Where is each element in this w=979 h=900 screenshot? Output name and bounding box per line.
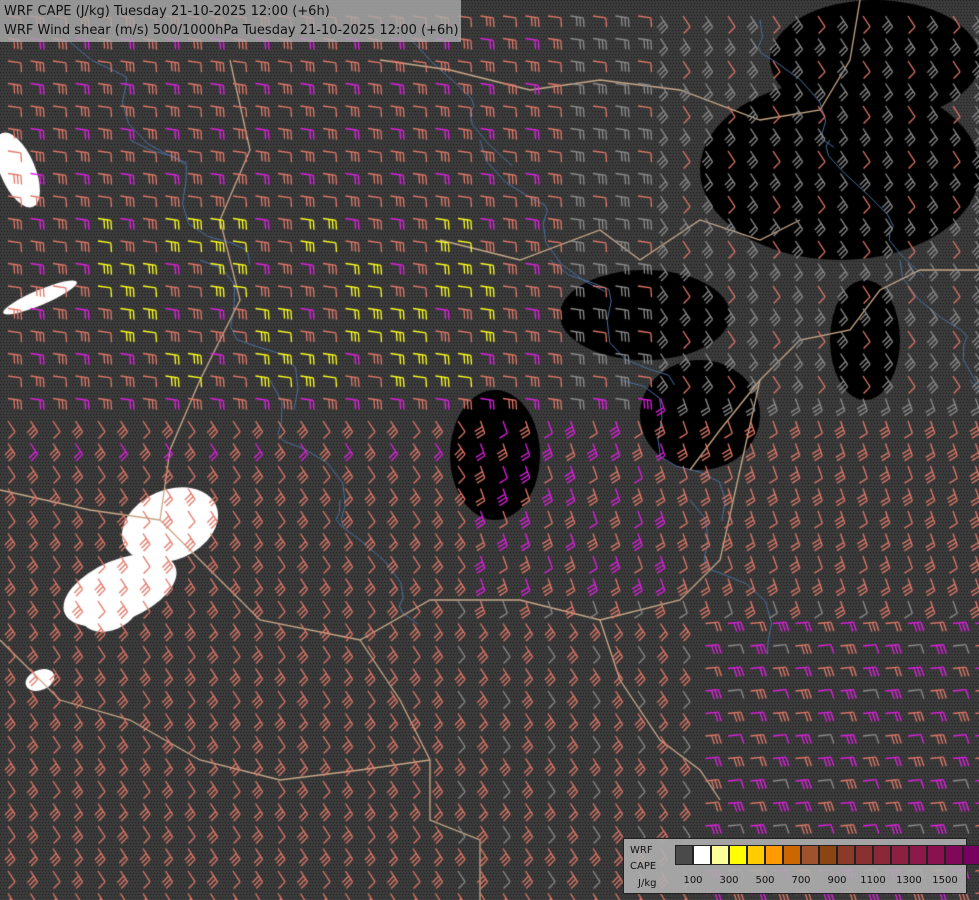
cape-legend: WRF CAPE J/kg 100 300 500 700 900 1100 1300 150… (623, 838, 979, 894)
legend-swatches (675, 845, 979, 865)
legend-swatch (801, 845, 819, 865)
legend-tick-label: 100 (683, 875, 703, 886)
legend-tick-label: 1100 (860, 875, 886, 886)
legend-ticks: 100 300 500 700 900 1100 1300 1500 (675, 875, 965, 887)
legend-unit: J/kg (638, 878, 657, 889)
legend-swatch (693, 845, 711, 865)
legend-tick-label: 700 (791, 875, 811, 886)
legend-swatch (729, 845, 747, 865)
legend-swatch (873, 845, 891, 865)
legend-swatch (927, 845, 945, 865)
legend-swatch (837, 845, 855, 865)
legend-swatch (945, 845, 963, 865)
legend-swatch (675, 845, 693, 865)
legend-tick-label: 1500 (932, 875, 958, 886)
legend-title-wrf: WRF (630, 845, 653, 856)
weather-map-canvas (0, 0, 979, 900)
cape-title: WRF CAPE (J/kg) Tuesday 21-10-2025 12:00… (4, 4, 330, 19)
map-title-box: WRF CAPE (J/kg) Tuesday 21-10-2025 12:00… (0, 0, 461, 42)
legend-swatch (963, 845, 979, 865)
legend-tick-label: 900 (827, 875, 847, 886)
legend-swatch (711, 845, 729, 865)
legend-swatch (909, 845, 927, 865)
legend-swatch (783, 845, 801, 865)
legend-swatch (747, 845, 765, 865)
legend-tick-label: 300 (719, 875, 739, 886)
legend-tick-label: 1300 (896, 875, 922, 886)
legend-tick-label: 500 (755, 875, 775, 886)
legend-swatch (891, 845, 909, 865)
legend-swatch (819, 845, 837, 865)
legend-swatch (765, 845, 783, 865)
legend-swatch (855, 845, 873, 865)
legend-title-cape: CAPE (630, 861, 657, 872)
wind-shear-title: WRF Wind shear (m/s) 500/1000hPa Tuesday… (4, 23, 459, 38)
